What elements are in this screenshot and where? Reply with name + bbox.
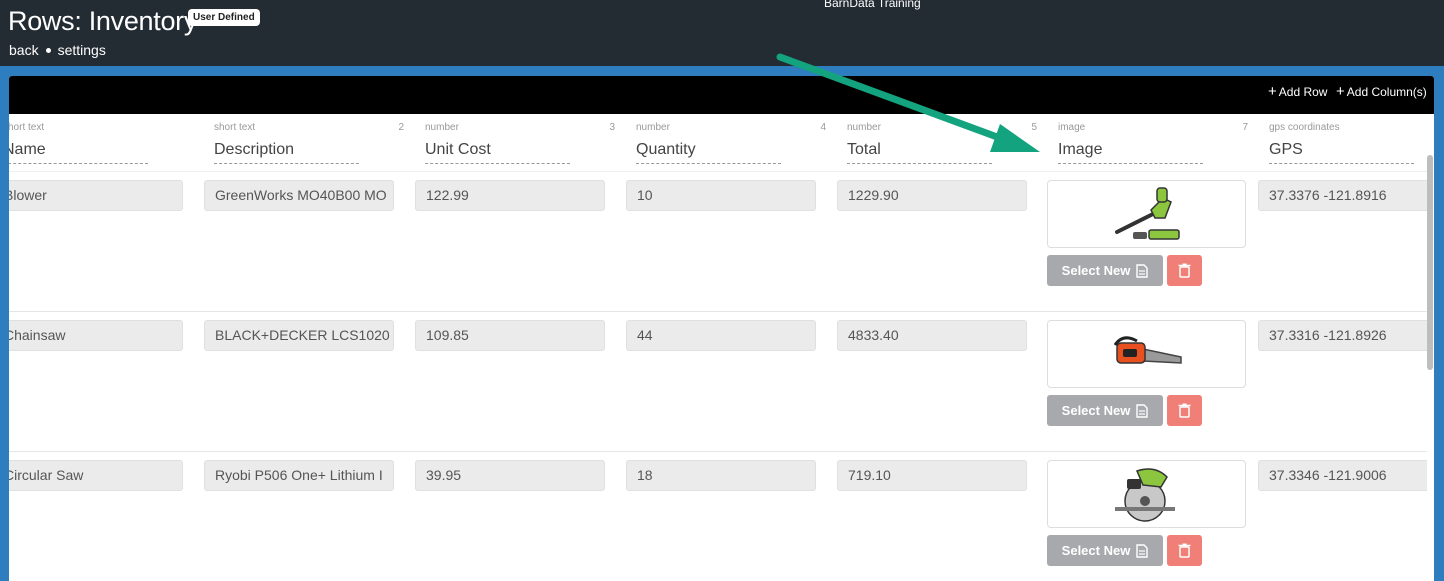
column-name: Name: [9, 141, 148, 164]
user-defined-badge: User Defined: [188, 9, 260, 26]
leaf-blower-icon: [1114, 187, 1180, 240]
column-type: short text: [9, 122, 45, 133]
select-new-image-button[interactable]: Select New: [1047, 395, 1163, 426]
delete-image-button[interactable]: [1167, 535, 1202, 566]
column-type: image: [1058, 122, 1086, 133]
column-type: short text: [214, 122, 256, 133]
add-row-label: Add Row: [1278, 85, 1328, 99]
trash-icon: [1178, 543, 1191, 558]
quantity-field[interactable]: 44: [626, 320, 816, 351]
select-new-image-button[interactable]: Select New: [1047, 255, 1163, 286]
name-field[interactable]: Blower: [9, 180, 183, 211]
column-name: GPS: [1269, 141, 1414, 164]
column-type: gps coordinates: [1269, 122, 1340, 133]
column-type: number: [425, 122, 459, 133]
page-title: Rows: Inventory: [8, 6, 198, 36]
column-header-name[interactable]: short text Name: [9, 120, 193, 170]
description-field[interactable]: BLACK+DECKER LCS1020: [204, 320, 394, 351]
file-icon: [1136, 263, 1149, 278]
name-field[interactable]: Circular Saw: [9, 460, 183, 491]
select-new-label: Select New: [1061, 403, 1131, 418]
circular-saw-image: [1047, 460, 1246, 528]
column-number: 4: [820, 122, 826, 133]
quantity-field[interactable]: 10: [626, 180, 816, 211]
description-field[interactable]: Ryobi P506 One+ Lithium I: [204, 460, 394, 491]
gps-field[interactable]: 37.3316 -121.8926: [1258, 320, 1427, 351]
quantity-field[interactable]: 18: [626, 460, 816, 491]
select-new-label: Select New: [1061, 263, 1131, 278]
table-row: Circular Saw Ryobi P506 One+ Lithium I 3…: [9, 452, 1427, 581]
select-new-label: Select New: [1061, 543, 1131, 558]
back-link[interactable]: back: [9, 42, 39, 58]
column-number: 5: [1031, 122, 1037, 133]
total-field[interactable]: 4833.40: [837, 320, 1027, 351]
table-row: Blower GreenWorks MO40B00 MO 122.99 10 1…: [9, 172, 1427, 312]
chainsaw-image: [1047, 320, 1246, 388]
column-name: Total: [847, 141, 992, 164]
rows-panel: + Add Row + Add Column(s) short text Nam…: [9, 76, 1434, 581]
breadcrumb: back settings: [9, 42, 106, 58]
file-icon: [1136, 543, 1149, 558]
column-type: number: [847, 122, 881, 133]
plus-icon: +: [1268, 83, 1277, 100]
column-header-image[interactable]: image 7 Image: [1058, 120, 1248, 170]
column-name: Description: [214, 141, 359, 164]
description-field[interactable]: GreenWorks MO40B00 MO: [204, 180, 394, 211]
add-columns-label: Add Column(s): [1346, 85, 1427, 99]
gps-field[interactable]: 37.3376 -121.8916: [1258, 180, 1427, 211]
column-header-unit-cost[interactable]: number 3 Unit Cost: [425, 120, 615, 170]
breadcrumb-separator: [45, 47, 51, 53]
add-row-button[interactable]: + Add Row: [1268, 83, 1328, 100]
unit-cost-field[interactable]: 122.99: [415, 180, 605, 211]
delete-image-button[interactable]: [1167, 395, 1202, 426]
panel-toolbar: + Add Row + Add Column(s): [9, 76, 1434, 114]
file-icon: [1136, 403, 1149, 418]
column-number: 7: [1242, 122, 1248, 133]
circular-saw-icon: [1114, 468, 1175, 522]
gps-field[interactable]: 37.3346 -121.9006: [1258, 460, 1427, 491]
chainsaw-icon: [1113, 336, 1182, 364]
rows-grid: short text Name short text 2 Description…: [9, 114, 1427, 581]
select-new-image-button[interactable]: Select New: [1047, 535, 1163, 566]
column-type: number: [636, 122, 670, 133]
add-columns-button[interactable]: + Add Column(s): [1336, 83, 1427, 100]
trash-icon: [1178, 263, 1191, 278]
plus-icon: +: [1336, 83, 1345, 100]
column-header-description[interactable]: short text 2 Description: [214, 120, 404, 170]
column-number: 3: [609, 122, 615, 133]
settings-link[interactable]: settings: [58, 42, 106, 58]
app-name: BarnData Training: [824, 0, 921, 10]
total-field[interactable]: 719.10: [837, 460, 1027, 491]
column-name: Unit Cost: [425, 141, 570, 164]
column-header-quantity[interactable]: number 4 Quantity: [636, 120, 826, 170]
unit-cost-field[interactable]: 109.85: [415, 320, 605, 351]
table-row: Chainsaw BLACK+DECKER LCS1020 109.85 44 …: [9, 312, 1427, 452]
unit-cost-field[interactable]: 39.95: [415, 460, 605, 491]
vertical-scrollbar[interactable]: [1427, 155, 1433, 370]
leaf-blower-image: [1047, 180, 1246, 248]
name-field[interactable]: Chainsaw: [9, 320, 183, 351]
column-header-total[interactable]: number 5 Total: [847, 120, 1037, 170]
top-header: Rows: Inventory User Defined back settin…: [0, 0, 1444, 66]
column-name: Quantity: [636, 141, 781, 164]
column-name: Image: [1058, 141, 1203, 164]
delete-image-button[interactable]: [1167, 255, 1202, 286]
trash-icon: [1178, 403, 1191, 418]
column-number: 2: [398, 122, 404, 133]
total-field[interactable]: 1229.90: [837, 180, 1027, 211]
column-header-gps[interactable]: gps coordinates GPS: [1269, 120, 1427, 170]
